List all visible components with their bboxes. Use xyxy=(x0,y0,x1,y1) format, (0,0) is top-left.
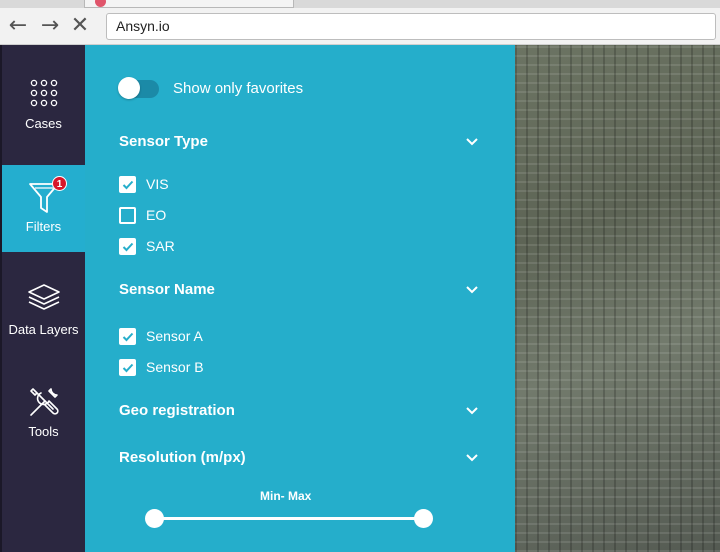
browser-tab[interactable] xyxy=(84,0,294,8)
checkbox[interactable] xyxy=(119,176,136,193)
sidebar-item-label: Cases xyxy=(25,116,62,131)
checkmark-icon xyxy=(122,180,134,190)
section-title: Resolution (m/px) xyxy=(119,449,246,466)
address-bar[interactable]: Ansyn.io xyxy=(106,13,716,40)
chevron-down-icon[interactable] xyxy=(465,135,479,149)
layers-icon xyxy=(27,284,60,310)
checkmark-icon xyxy=(122,242,134,252)
sidebar-item-label: Tools xyxy=(28,424,59,439)
checkbox-label: VIS xyxy=(146,176,169,192)
side-nav: Cases 1 Filters Data Layers Tools xyxy=(0,45,85,552)
resolution-slider-track[interactable] xyxy=(153,517,425,520)
checkbox[interactable] xyxy=(119,328,136,345)
arrow-left-icon[interactable]: ← xyxy=(6,13,30,39)
filters-panel: Show only favorites Sensor Type VIS EO S… xyxy=(85,45,515,552)
arrow-right-icon[interactable]: → xyxy=(38,13,62,39)
section-title: Geo registration xyxy=(119,402,235,419)
resolution-slider-label: Min- Max xyxy=(260,489,312,503)
resolution-max-handle[interactable] xyxy=(414,509,433,528)
grid-dots-icon xyxy=(30,79,57,107)
checkbox[interactable] xyxy=(119,238,136,255)
checkbox-label: EO xyxy=(146,207,167,223)
checkmark-icon xyxy=(122,332,134,342)
browser-tab-strip xyxy=(0,0,720,8)
chevron-down-icon[interactable] xyxy=(465,404,479,418)
favorites-toggle-label: Show only favorites xyxy=(173,80,304,97)
sensor-name-header[interactable]: Sensor Name xyxy=(119,281,479,301)
checkbox-label: Sensor B xyxy=(146,359,204,375)
sidebar-item-data-layers[interactable]: Data Layers xyxy=(2,267,85,354)
satellite-map[interactable] xyxy=(515,45,720,552)
sidebar-item-cases[interactable]: Cases xyxy=(2,59,85,146)
browser-toolbar: ← → ✕ Ansyn.io xyxy=(0,8,720,45)
close-icon[interactable]: ✕ xyxy=(68,13,92,39)
sidebar-item-label: Data Layers xyxy=(8,322,79,337)
toggle-knob xyxy=(118,77,140,99)
checkmark-icon xyxy=(122,363,134,373)
geo-registration-header[interactable]: Geo registration xyxy=(119,402,479,422)
sensor-type-header[interactable]: Sensor Type xyxy=(119,133,479,153)
favorites-toggle[interactable] xyxy=(118,77,159,99)
sidebar-item-filters[interactable]: 1 Filters xyxy=(2,165,85,252)
checkbox[interactable] xyxy=(119,359,136,376)
checkbox-label: Sensor A xyxy=(146,328,203,344)
sidebar-item-label: Filters xyxy=(25,219,62,234)
filters-count-badge: 1 xyxy=(52,176,67,191)
sidebar-item-tools[interactable]: Tools xyxy=(2,371,85,458)
checkbox-label: SAR xyxy=(146,238,175,254)
app: Cases 1 Filters Data Layers Tools Show o… xyxy=(0,45,720,552)
checkbox[interactable] xyxy=(119,207,136,224)
chevron-down-icon[interactable] xyxy=(465,451,479,465)
resolution-min-handle[interactable] xyxy=(145,509,164,528)
section-title: Sensor Type xyxy=(119,133,208,150)
chevron-down-icon[interactable] xyxy=(465,283,479,297)
favicon-icon xyxy=(95,0,106,7)
tools-icon xyxy=(29,388,59,416)
section-title: Sensor Name xyxy=(119,281,215,298)
resolution-header[interactable]: Resolution (m/px) xyxy=(119,449,479,469)
